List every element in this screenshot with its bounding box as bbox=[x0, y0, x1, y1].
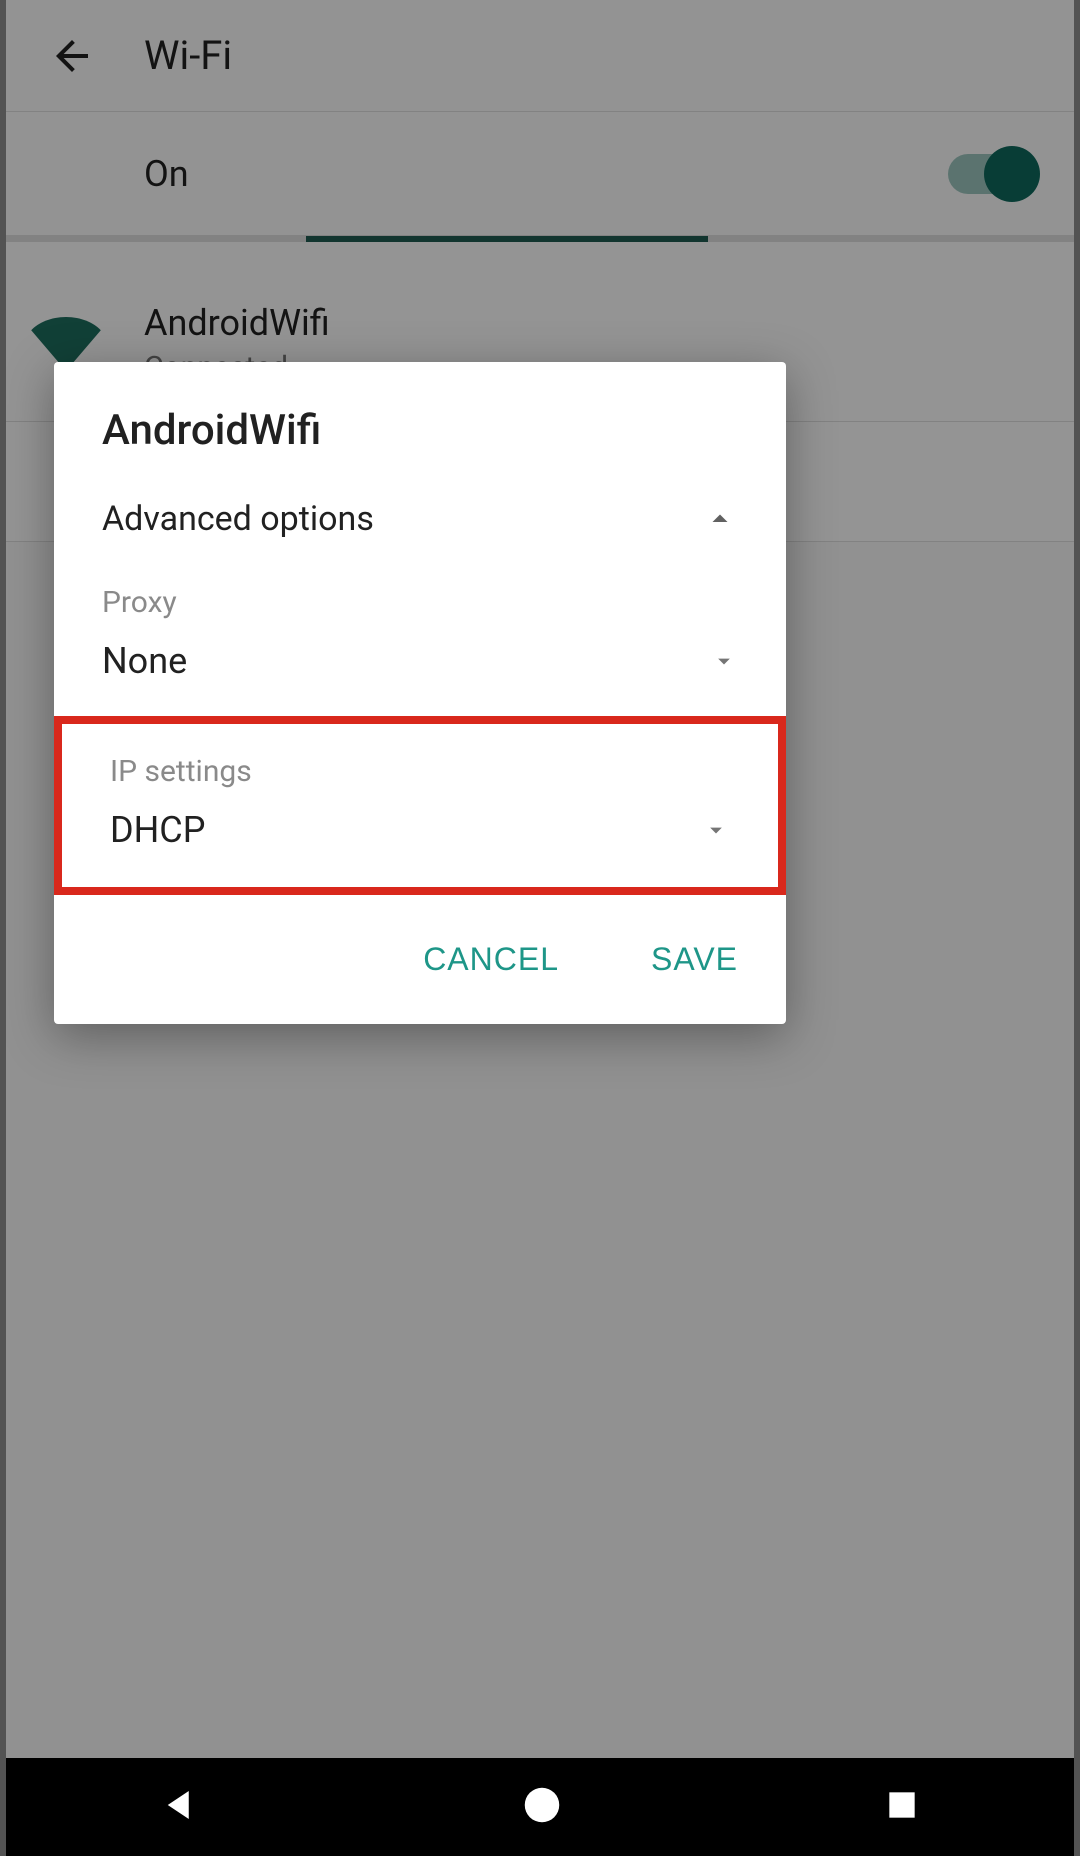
square-recents-icon bbox=[883, 1786, 921, 1824]
ip-settings-value: DHCP bbox=[110, 809, 205, 851]
dialog-actions: CANCEL SAVE bbox=[54, 895, 786, 1024]
system-nav-bar bbox=[0, 1758, 1080, 1856]
proxy-dropdown[interactable]: None bbox=[54, 630, 786, 712]
advanced-options-label: Advanced options bbox=[102, 499, 374, 539]
proxy-section: Proxy None bbox=[54, 555, 786, 712]
save-button[interactable]: SAVE bbox=[631, 933, 758, 986]
advanced-options-toggle[interactable]: Advanced options bbox=[54, 483, 786, 555]
ip-settings-label: IP settings bbox=[62, 724, 778, 799]
ip-settings-dropdown[interactable]: DHCP bbox=[62, 799, 778, 881]
dialog-title: AndroidWifi bbox=[54, 362, 786, 483]
chevron-up-icon bbox=[702, 501, 738, 537]
ip-settings-highlight: IP settings DHCP bbox=[54, 716, 786, 895]
proxy-value: None bbox=[102, 640, 187, 682]
triangle-back-icon bbox=[159, 1784, 201, 1826]
nav-home-button[interactable] bbox=[519, 1782, 565, 1832]
dropdown-arrow-icon bbox=[702, 816, 730, 844]
nav-back-button[interactable] bbox=[159, 1784, 201, 1830]
circle-home-icon bbox=[519, 1782, 565, 1828]
dropdown-arrow-icon bbox=[710, 647, 738, 675]
wifi-config-dialog: AndroidWifi Advanced options Proxy None … bbox=[54, 362, 786, 1024]
cancel-button[interactable]: CANCEL bbox=[403, 933, 579, 986]
proxy-label: Proxy bbox=[54, 555, 786, 630]
wifi-settings-screen: Wi-Fi On AndroidWifi Connected AndroidWi… bbox=[0, 0, 1080, 1856]
nav-recents-button[interactable] bbox=[883, 1786, 921, 1828]
